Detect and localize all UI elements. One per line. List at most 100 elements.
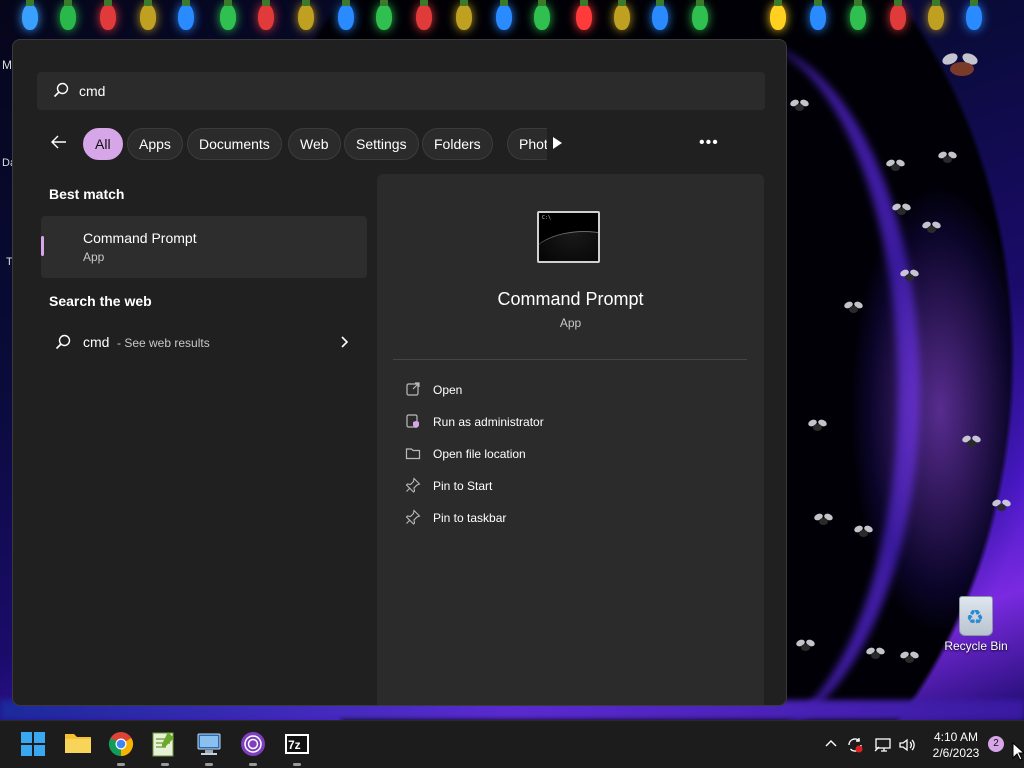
start-button[interactable] xyxy=(20,731,48,759)
clock-time: 4:10 AM xyxy=(933,730,979,744)
taskbar: 7z 4:10 AM 2/6/2023 2 xyxy=(0,720,1024,768)
web-hint: - See web results xyxy=(117,336,210,350)
notification-badge[interactable]: 2 xyxy=(988,736,1004,752)
7zip-button[interactable]: 7z xyxy=(284,731,312,766)
light-bulb xyxy=(850,0,866,30)
network-icon[interactable] xyxy=(874,736,892,759)
web-search-result[interactable]: cmd - See web results xyxy=(41,326,367,358)
fly-sprite xyxy=(890,202,912,218)
light-bulb xyxy=(258,0,274,30)
result-name: Command Prompt xyxy=(83,230,197,246)
tor-browser-icon xyxy=(241,732,265,756)
result-preview-pane: C:\ Command Prompt App Open Run as admin… xyxy=(377,174,764,705)
running-indicator xyxy=(117,763,125,766)
fly-sprite xyxy=(852,524,874,540)
light-bulb xyxy=(298,0,314,30)
light-bulb xyxy=(652,0,668,30)
action-open[interactable]: Open xyxy=(401,376,731,404)
fly-sprite xyxy=(842,300,864,316)
selection-indicator xyxy=(41,236,44,256)
back-arrow-icon[interactable] xyxy=(49,132,75,156)
fly-sprite xyxy=(940,51,980,80)
fly-sprite xyxy=(788,98,810,114)
fly-sprite xyxy=(806,418,828,434)
filter-chip-folders[interactable]: Folders xyxy=(422,128,493,160)
best-match-heading: Best match xyxy=(49,186,125,202)
light-bulb xyxy=(614,0,630,30)
light-bulb xyxy=(966,0,982,30)
chevron-up-icon[interactable] xyxy=(824,736,838,755)
search-panel: All Apps Documents Web Settings Folders … xyxy=(12,39,787,706)
notepad-plus-icon xyxy=(152,732,174,757)
filter-chip-settings[interactable]: Settings xyxy=(344,128,419,160)
filter-chip-all[interactable]: All xyxy=(83,128,123,160)
search-box[interactable] xyxy=(37,72,765,110)
light-bulb xyxy=(456,0,472,30)
fly-sprite xyxy=(898,650,920,666)
action-label: Pin to taskbar xyxy=(433,511,507,525)
running-indicator xyxy=(205,763,213,766)
filter-chip-documents[interactable]: Documents xyxy=(187,128,282,160)
action-open-file-location[interactable]: Open file location xyxy=(401,440,731,468)
running-indicator xyxy=(161,763,169,766)
preview-title: Command Prompt xyxy=(497,289,644,309)
search-web-heading: Search the web xyxy=(49,293,152,309)
light-bulb xyxy=(496,0,512,30)
preview-kind: App xyxy=(559,316,582,330)
divider xyxy=(393,359,747,360)
light-bulb xyxy=(928,0,944,30)
fly-sprite xyxy=(990,498,1012,514)
fly-sprite xyxy=(936,150,958,166)
christmas-lights xyxy=(0,0,1024,40)
chevron-right-icon xyxy=(339,335,349,354)
action-run-as-admin[interactable]: Run as administrator xyxy=(401,408,731,436)
folder-icon xyxy=(405,445,421,466)
filter-chip-apps[interactable]: Apps xyxy=(127,128,183,160)
action-pin-to-start[interactable]: Pin to Start xyxy=(401,472,731,500)
pin-icon xyxy=(405,477,421,498)
volume-icon[interactable] xyxy=(898,736,916,759)
fly-sprite xyxy=(812,512,834,528)
mouse-cursor-icon xyxy=(1012,741,1024,767)
tor-browser-button[interactable] xyxy=(240,731,268,766)
action-label: Open xyxy=(433,383,463,397)
filter-chip-web[interactable]: Web xyxy=(288,128,341,160)
command-prompt-icon: C:\ xyxy=(537,211,600,263)
fly-sprite xyxy=(864,646,886,662)
notepad-plus-button[interactable] xyxy=(152,731,180,766)
search-input[interactable] xyxy=(79,72,739,110)
filter-chip-photos[interactable]: Phot xyxy=(507,128,547,160)
file-explorer-button[interactable] xyxy=(64,731,92,759)
light-bulb xyxy=(338,0,354,30)
remote-desktop-button[interactable] xyxy=(196,731,224,766)
action-label: Run as administrator xyxy=(433,415,544,429)
clock[interactable]: 4:10 AM 2/6/2023 xyxy=(924,729,988,761)
light-bulb xyxy=(692,0,708,30)
best-match-result[interactable]: Command Prompt App xyxy=(41,216,367,278)
web-query: cmd xyxy=(83,334,110,350)
windows-logo-icon xyxy=(21,732,45,756)
recycle-bin-shortcut[interactable]: Recycle Bin xyxy=(944,596,1008,653)
light-bulb xyxy=(22,0,38,30)
search-icon xyxy=(53,82,69,103)
action-pin-to-taskbar[interactable]: Pin to taskbar xyxy=(401,504,731,532)
light-bulb xyxy=(178,0,194,30)
sync-icon[interactable] xyxy=(846,736,864,759)
clock-date: 2/6/2023 xyxy=(932,746,980,760)
shield-admin-icon xyxy=(405,413,421,434)
light-bulb xyxy=(100,0,116,30)
fly-sprite xyxy=(920,220,942,236)
folder-icon xyxy=(65,734,91,753)
svg-text:7z: 7z xyxy=(288,738,301,752)
7zip-icon: 7z xyxy=(285,734,309,754)
search-icon xyxy=(55,334,71,355)
chrome-button[interactable] xyxy=(108,731,136,766)
more-options-icon[interactable]: ••• xyxy=(699,134,719,152)
light-bulb xyxy=(534,0,550,30)
desktop-icon-label-partial: M xyxy=(2,58,12,72)
light-bulb xyxy=(60,0,76,30)
light-bulb xyxy=(810,0,826,30)
scroll-right-icon[interactable] xyxy=(551,136,563,155)
light-bulb xyxy=(890,0,906,30)
filter-bar: All Apps Documents Web Settings Folders … xyxy=(49,128,779,160)
